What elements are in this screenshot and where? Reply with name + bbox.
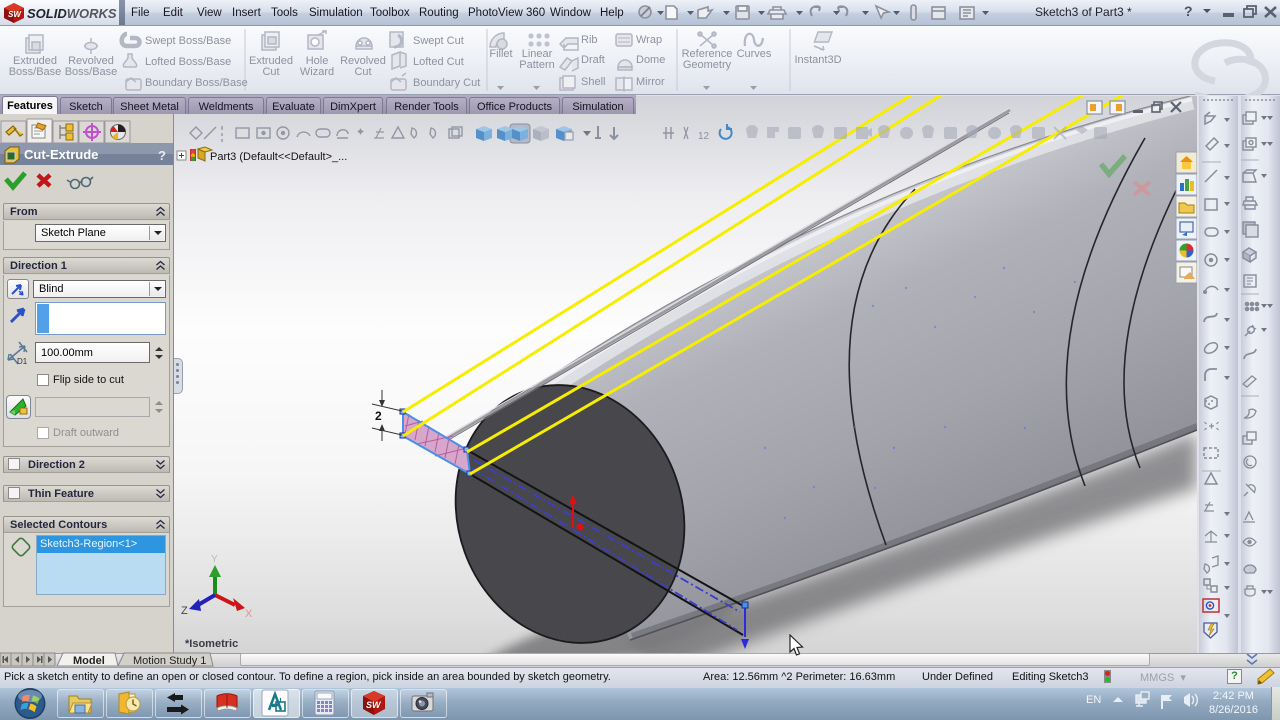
svg-text:*Isometric: *Isometric: [185, 638, 238, 650]
svg-text:SW: SW: [8, 10, 22, 19]
svg-text:Part3 (Default<<Default>_...: Part3 (Default<<Default>_...: [210, 151, 347, 163]
svg-text:Cut-Extrude: Cut-Extrude: [24, 147, 98, 162]
svg-text:2: 2: [375, 409, 382, 423]
svg-text:12: 12: [698, 131, 710, 142]
svg-text:Y: Y: [211, 554, 218, 565]
svg-text:?: ?: [158, 148, 166, 163]
svg-text:Sketch3 of Part3 *: Sketch3 of Part3 *: [1035, 5, 1132, 19]
svg-text:SW: SW: [366, 700, 382, 710]
svg-text:Model: Model: [73, 655, 105, 667]
svg-text:X: X: [245, 608, 253, 620]
svg-text:Z: Z: [181, 605, 188, 617]
svg-text:Motion Study 1: Motion Study 1: [133, 655, 206, 667]
